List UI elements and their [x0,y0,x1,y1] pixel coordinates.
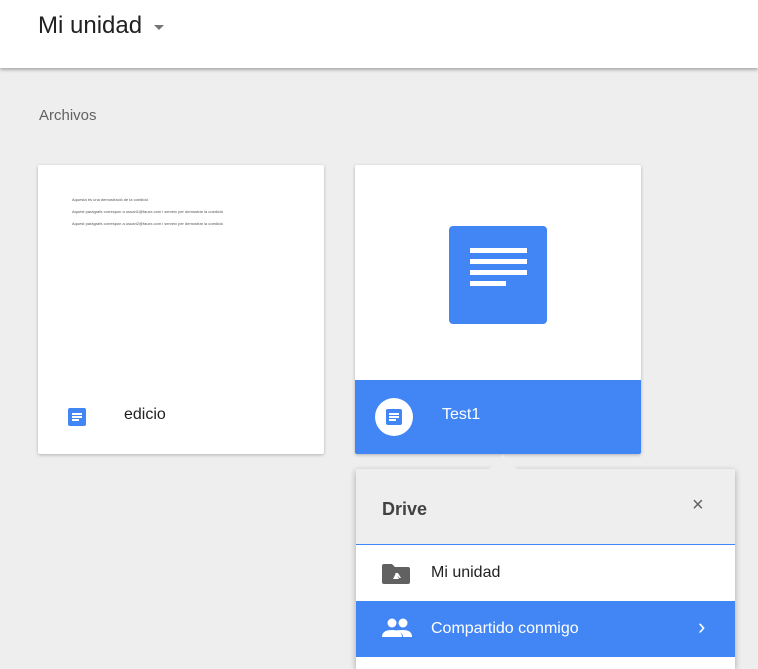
docs-icon [68,408,86,426]
drive-popup: Drive × Mi unidad Compartido conmigo › [356,469,735,669]
caret-down-icon[interactable] [154,25,165,30]
people-icon [382,618,412,637]
file-card-test1[interactable]: Test1 [355,165,641,454]
file-card-footer: edicio [38,380,324,454]
docs-large-icon [449,226,547,324]
section-label: Archivos [39,107,97,124]
file-card-edicio[interactable]: Aquesta és una demostració de la coedici… [38,165,324,454]
location-dropdown[interactable]: Mi unidad [38,12,165,40]
popup-item-label: Mi unidad [431,564,501,581]
file-name: Test1 [442,406,481,423]
popup-item-label: Compartido conmigo [431,620,579,637]
drive-folder-icon [382,564,410,584]
preview-line: Aquest paràgrafs correspon a usuari2@fau… [72,221,224,226]
preview-line: Aquest paràgrafs correspon a usuari1@fau… [72,209,224,214]
file-name: edicio [124,406,166,423]
popup-item-mi-unidad[interactable]: Mi unidad [356,545,735,601]
preview-line: Aquesta és una demostració de la coedici… [72,197,149,202]
chevron-right-icon[interactable]: › [698,616,705,638]
top-bar: Mi unidad [0,0,758,68]
docs-icon [375,398,413,436]
document-preview: Aquesta és una demostració de la coedici… [72,197,304,233]
popup-item-compartido-conmigo[interactable]: Compartido conmigo › [356,601,735,657]
popup-title: Drive [382,499,428,519]
page-title[interactable]: Mi unidad [38,12,142,40]
popup-header: Drive × [356,469,735,545]
file-card-footer-selected: Test1 [355,380,641,454]
popup-pointer [489,455,517,469]
close-icon[interactable]: × [692,495,704,515]
